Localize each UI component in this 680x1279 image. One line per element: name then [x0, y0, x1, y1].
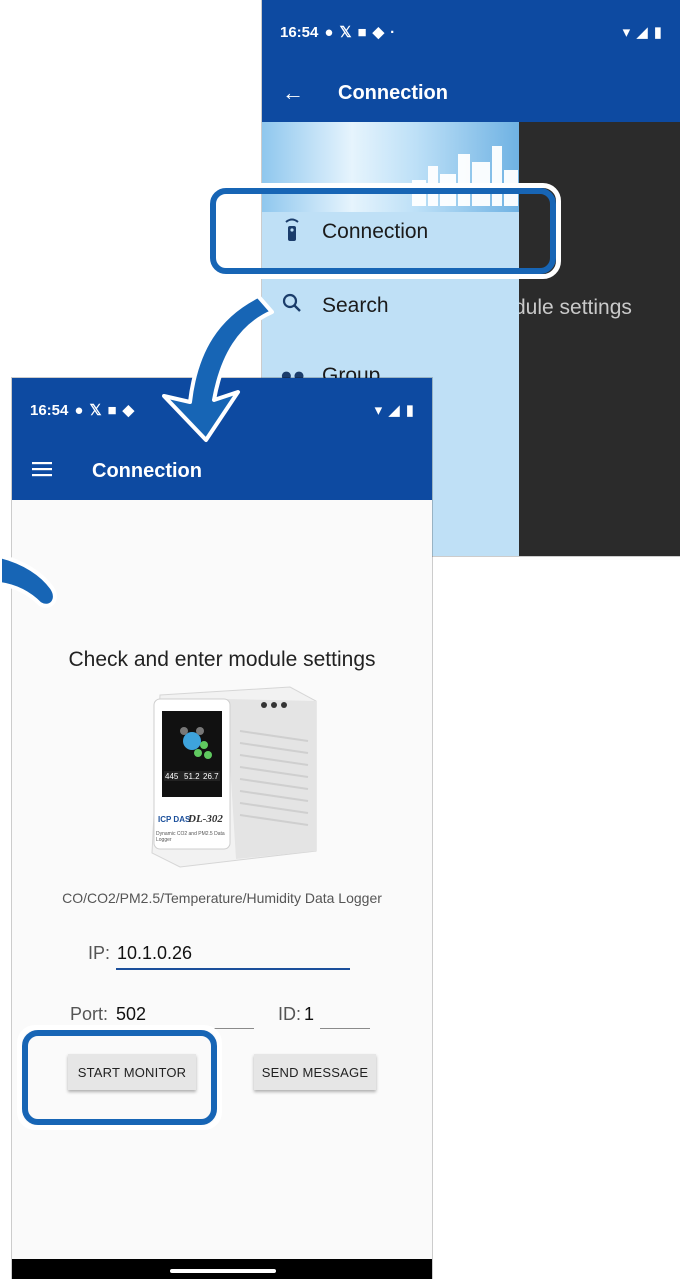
id-input[interactable]: 1	[304, 1004, 314, 1025]
facebook-icon: ●	[324, 23, 334, 41]
connection-highlight-callout	[210, 188, 556, 274]
drawer-item-search[interactable]: Search	[262, 278, 519, 334]
chat-icon: ◆	[122, 402, 135, 419]
x-icon: 𝕏	[339, 24, 352, 41]
status-bar: 16:54 ● 𝕏 ■ ◆ · ▾ ◢ ▮	[262, 0, 680, 64]
status-time: 16:54	[30, 401, 69, 419]
device-screen-value: 51.2	[184, 772, 200, 781]
signal-icon: ◢	[636, 24, 648, 41]
search-icon	[280, 293, 304, 319]
app-bar: ← Connection	[262, 64, 680, 122]
app-bar-title: Connection	[338, 81, 448, 104]
wifi-icon: ▾	[622, 24, 631, 41]
page-heading: Check and enter module settings	[68, 648, 376, 671]
start-monitor-highlight-callout	[22, 1030, 217, 1125]
device-caption: CO/CO2/PM2.5/Temperature/Humidity Data L…	[62, 890, 382, 906]
device-screen-value: 445	[165, 772, 179, 781]
back-arrow-icon[interactable]: ←	[282, 80, 304, 106]
ip-input[interactable]: 10.1.0.26	[117, 943, 192, 964]
hamburger-menu-icon[interactable]	[32, 461, 52, 482]
id-label: ID:	[278, 1004, 302, 1024]
foreground-phone-screen: 16:54 ● 𝕏 ■ ◆ ▾ ◢ ▮ Connection Check and…	[12, 378, 432, 1279]
ip-label: IP:	[88, 943, 111, 963]
connection-form: Check and enter module settings 445 51.2…	[12, 500, 432, 1259]
id-input-underline	[320, 1028, 370, 1029]
send-message-button[interactable]: SEND MESSAGE	[254, 1054, 376, 1090]
device-image: 445 51.2 26.7 ICP DAS DL-302 Dynamic CO2…	[140, 681, 320, 871]
battery-icon: ▮	[653, 24, 662, 41]
device-model-label: DL-302	[188, 813, 223, 825]
dot-icon: ·	[390, 23, 396, 41]
ip-input-underline	[116, 968, 350, 970]
port-input[interactable]: 502	[116, 1004, 146, 1025]
dimmed-heading: dule settings	[514, 296, 632, 319]
wifi-icon: ▾	[374, 402, 383, 419]
status-time: 16:54	[280, 23, 319, 41]
signal-icon: ◢	[388, 402, 400, 419]
app-bar: Connection	[12, 442, 432, 500]
drawer-item-label: Search	[322, 294, 389, 317]
device-screen-value: 26.7	[203, 772, 219, 781]
x-icon: 𝕏	[89, 402, 102, 419]
device-brand: ICP DAS	[158, 815, 191, 824]
battery-icon: ▮	[405, 402, 414, 419]
youtube-icon: ■	[107, 401, 117, 419]
device-subtitle: Dynamic CO2 and PM2.5 Data Logger	[156, 831, 225, 843]
status-bar: 16:54 ● 𝕏 ■ ◆ ▾ ◢ ▮	[12, 378, 432, 442]
port-input-underline	[212, 1028, 254, 1029]
chat-icon: ◆	[372, 24, 385, 41]
port-label: Port:	[70, 1004, 109, 1024]
app-bar-title: Connection	[92, 459, 202, 482]
facebook-icon: ●	[74, 401, 84, 419]
youtube-icon: ■	[357, 23, 367, 41]
home-indicator[interactable]	[170, 1269, 276, 1273]
